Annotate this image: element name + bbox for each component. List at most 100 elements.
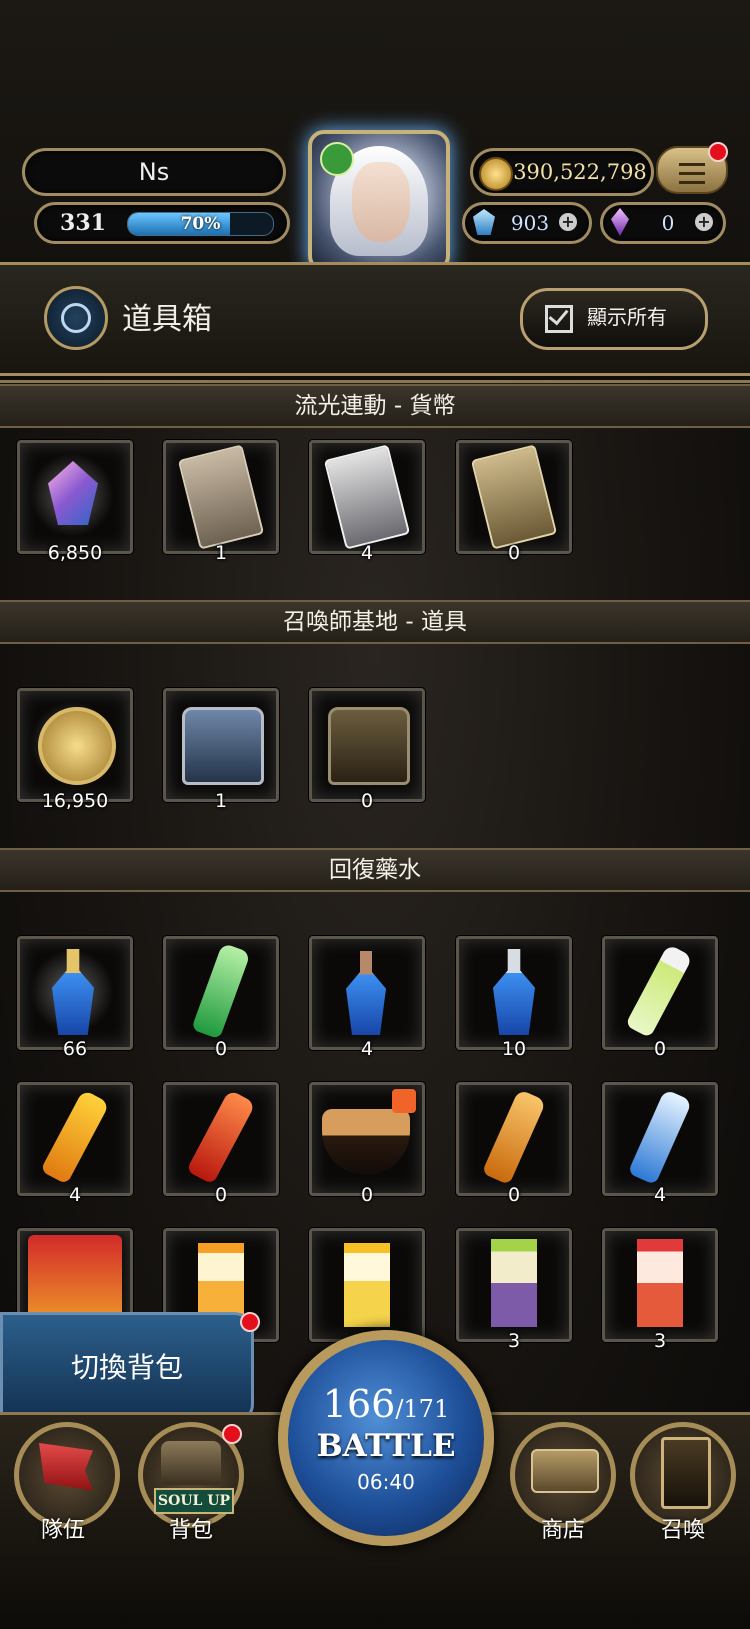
item-slot[interactable] — [17, 688, 133, 802]
section-header-base-items: 召喚師基地 - 道具 — [0, 600, 750, 644]
item-count: 0 — [360, 790, 374, 812]
pink-crystal-icon — [611, 208, 629, 236]
back-arrow-icon — [61, 303, 91, 333]
orange-tea-bottle-icon — [481, 1088, 547, 1186]
nav-shop-label: 商店 — [540, 1518, 585, 1543]
battle-button[interactable]: 166/171 BATTLE 06:40 — [278, 1330, 494, 1546]
shop-sign-icon — [531, 1449, 599, 1493]
nav-team-label: 隊伍 — [40, 1518, 85, 1543]
show-all-label: 顯示所有 — [587, 305, 667, 329]
section-header-potions: 回復藥水 — [0, 848, 750, 892]
item-count: 16,950 — [41, 790, 109, 812]
stamina-max: /171 — [395, 1395, 450, 1423]
back-button[interactable] — [44, 286, 108, 350]
item-slot[interactable] — [309, 440, 425, 554]
new-tag-icon — [392, 1089, 416, 1113]
tea-carton-icon — [344, 1243, 390, 1327]
green-soda-bottle-icon — [191, 942, 251, 1040]
element-badge-icon — [320, 142, 354, 176]
item-count: 4 — [653, 1184, 667, 1206]
water-bottle-icon — [627, 1088, 693, 1186]
flag-icon — [39, 1443, 93, 1491]
red-drink-bottle-icon — [186, 1089, 256, 1185]
switch-bag-button[interactable]: 切換背包 — [0, 1312, 254, 1424]
item-slot[interactable] — [456, 936, 572, 1050]
stamina-timer: 06:40 — [357, 1470, 415, 1494]
item-count: 0 — [653, 1038, 667, 1060]
page-title: 道具箱 — [122, 302, 212, 337]
item-slot[interactable] — [309, 936, 425, 1050]
item-count: 0 — [214, 1184, 228, 1206]
nav-summon-label: 召喚 — [660, 1518, 705, 1543]
item-slot[interactable] — [456, 1228, 572, 1342]
stamina-current: 166 — [322, 1382, 396, 1426]
switch-bag-label: 切換背包 — [70, 1351, 183, 1384]
item-count: 4 — [68, 1184, 82, 1206]
level-bar: 331 70% — [34, 202, 290, 244]
item-count: 0 — [360, 1184, 374, 1206]
soul-up-badge: SOUL UP — [154, 1488, 234, 1514]
add-gem-button[interactable]: + — [559, 213, 577, 231]
gem-amount: 903 — [510, 211, 550, 235]
silver-potion-icon — [493, 949, 535, 1035]
item-slot[interactable] — [602, 1228, 718, 1342]
nav-bag-label: 背包 — [168, 1518, 213, 1543]
item-count: 6,850 — [47, 542, 103, 564]
item-slot[interactable] — [17, 936, 133, 1050]
player-name: Ns — [138, 158, 170, 186]
bag-notification-dot — [222, 1424, 242, 1444]
item-count: 3 — [507, 1330, 521, 1352]
player-avatar[interactable] — [308, 130, 450, 272]
gold-amount: 390,522,798 — [513, 160, 647, 184]
item-count: 4 — [360, 1038, 374, 1060]
item-slot[interactable] — [456, 440, 572, 554]
apple-carton-icon — [637, 1239, 683, 1327]
brown-backpack-icon — [328, 707, 410, 785]
item-slot[interactable] — [17, 1082, 133, 1196]
xp-percent-label: 70% — [180, 214, 221, 234]
yellow-drink-bottle-icon — [40, 1089, 110, 1185]
item-count: 10 — [501, 1038, 527, 1060]
item-slot[interactable] — [309, 1082, 425, 1196]
gold-medal-icon — [38, 707, 116, 785]
avatar-face — [352, 162, 410, 242]
item-count: 3 — [653, 1330, 667, 1352]
item-slot[interactable] — [163, 440, 279, 554]
gold-coin-icon — [479, 157, 513, 191]
gold-card-icon — [470, 444, 558, 550]
player-name-pill[interactable]: Ns — [22, 148, 286, 196]
item-count: 0 — [507, 1184, 521, 1206]
item-slot[interactable] — [163, 688, 279, 802]
item-slot[interactable] — [163, 936, 279, 1050]
summon-card-icon — [661, 1437, 711, 1509]
green-tea-bottle-icon — [625, 943, 693, 1039]
battle-label: BATTLE — [316, 1428, 456, 1464]
switch-bag-notification-dot — [240, 1312, 260, 1332]
silver-card-icon — [323, 444, 411, 550]
item-slot[interactable] — [602, 936, 718, 1050]
player-level: 331 — [60, 210, 106, 236]
item-slot[interactable] — [17, 440, 133, 554]
item-count: 1 — [214, 542, 228, 564]
item-slot[interactable] — [456, 1082, 572, 1196]
item-slot[interactable] — [309, 688, 425, 802]
gem-pill: 903 + — [462, 202, 592, 244]
crystal-amount: 0 — [661, 211, 675, 235]
bag-icon — [161, 1441, 221, 1485]
xp-progress-bar: 70% — [127, 212, 274, 236]
gold-pill: 390,522,798 — [470, 148, 654, 196]
stamina-display: 166/171 — [288, 1382, 484, 1426]
item-slot[interactable] — [602, 1082, 718, 1196]
rice-bowl-icon — [322, 1109, 410, 1175]
bronze-potion-icon — [346, 951, 386, 1035]
fruit-carton-icon — [491, 1239, 537, 1327]
menu-notification-dot — [708, 142, 728, 162]
show-all-button[interactable]: 顯示所有 — [520, 288, 708, 350]
item-slot[interactable] — [163, 1082, 279, 1196]
blue-gem-icon — [473, 209, 495, 235]
bronze-card-icon — [177, 444, 265, 550]
item-count: 0 — [507, 542, 521, 564]
add-crystal-button[interactable]: + — [695, 213, 713, 231]
item-slot[interactable] — [309, 1228, 425, 1342]
checkbox-icon — [545, 305, 573, 333]
